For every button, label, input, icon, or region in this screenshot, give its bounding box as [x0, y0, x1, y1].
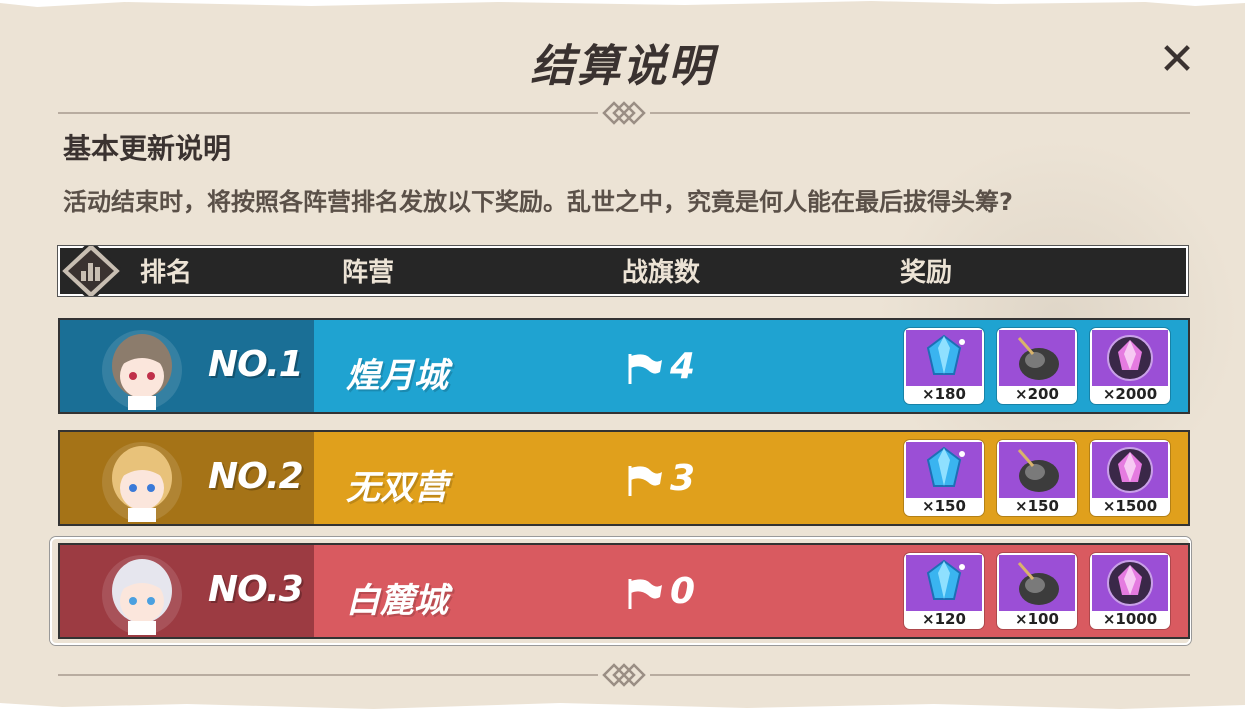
reward-item[interactable]: ×2000	[1090, 328, 1170, 404]
rank-label: NO.1	[208, 344, 304, 385]
reward-item[interactable]: ×150	[904, 440, 984, 516]
reward-count: ×200	[1015, 385, 1059, 403]
faction-leader-portrait	[82, 326, 202, 410]
rank-cell: NO.3	[60, 545, 314, 637]
purple-orb-icon	[1092, 442, 1168, 498]
reward-count: ×120	[922, 610, 966, 628]
flag-count: 3	[670, 458, 696, 499]
flag-icon	[624, 464, 664, 496]
reward-item[interactable]: ×180	[904, 328, 984, 404]
faction-name: 白麓城	[346, 581, 448, 621]
reward-count: ×1000	[1102, 610, 1158, 628]
rank-row: NO.3 白麓城 0 ×120 ×100 ×1000	[58, 543, 1190, 639]
diamond-ornament-icon	[598, 660, 650, 690]
reward-item[interactable]: ×200	[997, 328, 1077, 404]
crystal-icon	[906, 330, 982, 386]
torn-edge-bottom	[0, 703, 1245, 711]
reward-item[interactable]: ×120	[904, 553, 984, 629]
rank-label: NO.3	[208, 569, 304, 610]
rank-row: NO.2 无双营 3 ×150 ×150 ×1500	[58, 430, 1190, 526]
settlement-dialog: 结算说明 ✕ 基本更新说明 活动结束时，将按照各阵营排名发放以下奖励。乱世之中，…	[0, 0, 1245, 711]
stigma-feather-icon	[999, 330, 1075, 386]
header-rewards: 奖励	[900, 258, 953, 288]
purple-orb-icon	[1092, 555, 1168, 611]
faction-leader-portrait	[82, 438, 202, 522]
reward-count: ×1500	[1102, 497, 1158, 515]
stigma-feather-icon	[999, 442, 1075, 498]
stigma-feather-icon	[999, 555, 1075, 611]
diamond-ornament-icon	[598, 98, 650, 128]
reward-count: ×150	[1015, 497, 1059, 515]
description-text: 活动结束时，将按照各阵营排名发放以下奖励。乱世之中，究竟是何人能在最后拔得头筹?	[63, 188, 1013, 216]
crystal-icon	[906, 555, 982, 611]
header-faction: 阵营	[342, 258, 395, 288]
flag-icon	[624, 352, 664, 384]
reward-item[interactable]: ×100	[997, 553, 1077, 629]
faction-name: 煌月城	[346, 356, 448, 396]
section-title: 基本更新说明	[63, 132, 232, 165]
rank-cell: NO.2	[60, 432, 314, 524]
close-icon[interactable]: ✕	[1153, 36, 1201, 84]
reward-item[interactable]: ×1500	[1090, 440, 1170, 516]
crystal-icon	[906, 442, 982, 498]
faction-leader-portrait	[82, 551, 202, 635]
faction-name: 无双营	[346, 468, 448, 508]
ranking-bars-icon	[60, 246, 122, 296]
reward-item[interactable]: ×150	[997, 440, 1077, 516]
dialog-title: 结算说明	[530, 41, 715, 92]
reward-count: ×2000	[1102, 385, 1158, 403]
rank-cell: NO.1	[60, 320, 314, 412]
rank-label: NO.2	[208, 456, 304, 497]
flag-count: 4	[670, 346, 696, 387]
flag-count: 0	[670, 571, 696, 612]
flag-icon	[624, 577, 664, 609]
header-flags: 战旗数	[622, 258, 701, 288]
reward-item[interactable]: ×1000	[1090, 553, 1170, 629]
purple-orb-icon	[1092, 330, 1168, 386]
reward-count: ×180	[922, 385, 966, 403]
rank-row: NO.1 煌月城 4 ×180 ×200 ×2000	[58, 318, 1190, 414]
reward-count: ×100	[1015, 610, 1059, 628]
reward-count: ×150	[922, 497, 966, 515]
torn-edge-top	[0, 0, 1245, 7]
header-rank: 排名	[140, 258, 193, 288]
